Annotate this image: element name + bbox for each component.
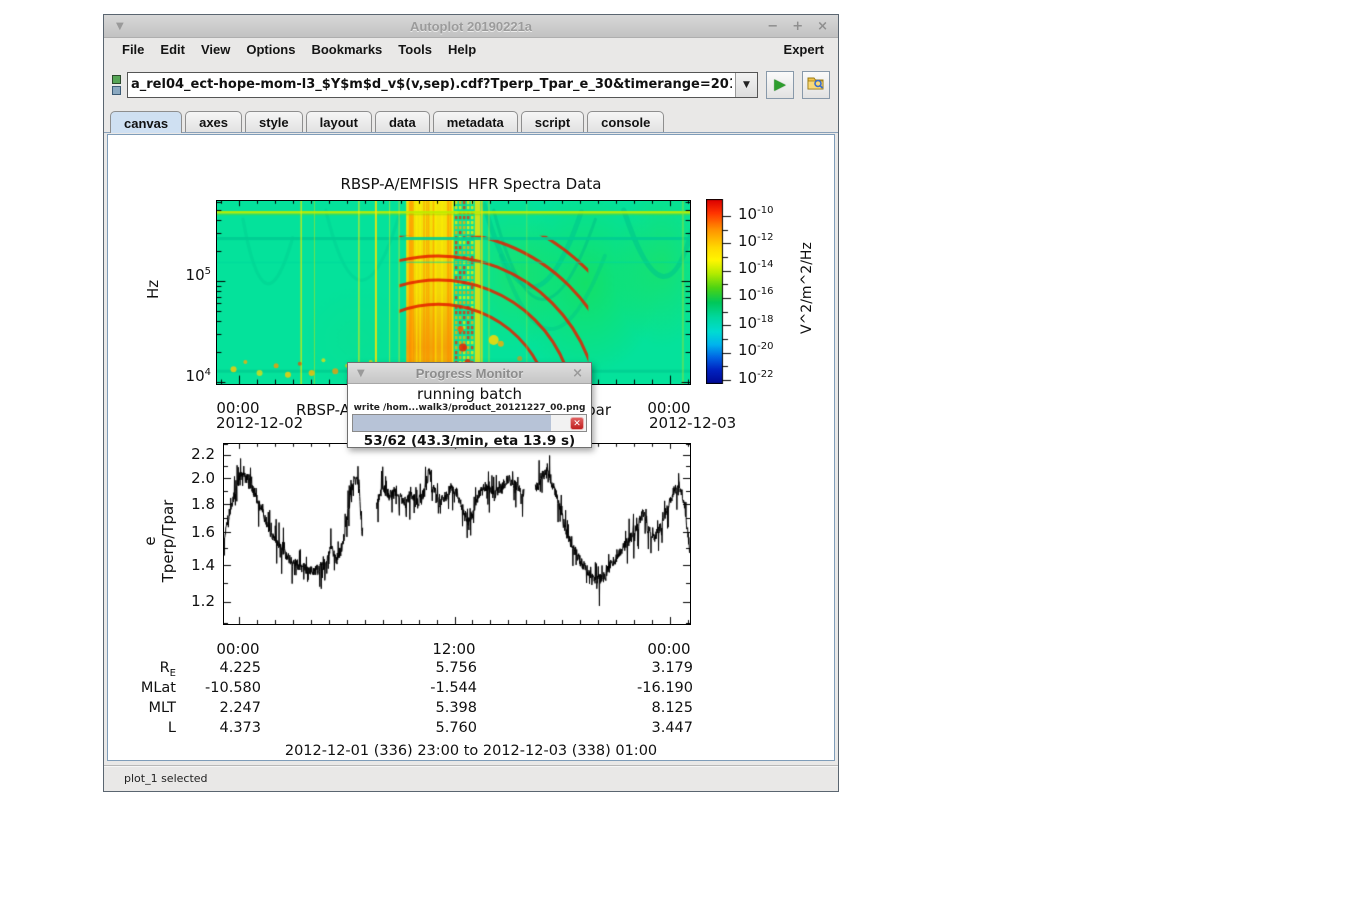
tab-script[interactable]: script	[521, 111, 584, 132]
colorbar-tick-6: 10-22	[738, 369, 773, 387]
desktop: ▼ Autoplot 20190221a − + × File Edit Vie…	[0, 0, 1345, 916]
lineplot-ytick-3: 1.6	[165, 523, 215, 541]
inspect-uri-button[interactable]	[802, 71, 830, 99]
colorbar-tick-1: 10-12	[738, 232, 773, 250]
play-icon: ▶	[774, 77, 786, 92]
progress-task-label: running batch	[348, 385, 591, 403]
tab-metadata[interactable]: metadata	[433, 111, 518, 132]
dialog-shade-icon[interactable]: ▼	[357, 368, 365, 379]
table-cell: 5.398	[347, 700, 477, 716]
menu-bar: File Edit View Options Bookmarks Tools H…	[104, 38, 838, 60]
progress-bar-fill	[353, 415, 551, 431]
uri-input[interactable]	[128, 73, 735, 97]
window-titlebar[interactable]: ▼ Autoplot 20190221a − + ×	[104, 15, 838, 38]
time-range-footer: 2012-12-01 (336) 23:00 to 2012-12-03 (33…	[108, 743, 834, 759]
status-bar: plot_1 selected	[104, 765, 838, 791]
table-cell: 2.247	[131, 700, 261, 716]
stop-x-icon: ✕	[573, 419, 581, 429]
spectrogram-xdate-right: 2012-12-03	[649, 414, 736, 432]
tab-canvas[interactable]: canvas	[110, 111, 182, 133]
uri-panel: ▼ ▶	[104, 60, 838, 109]
progress-dialog-title: Progress Monitor	[416, 366, 524, 381]
go-button[interactable]: ▶	[766, 71, 794, 99]
table-cell: 5.756	[347, 660, 477, 676]
lineplot-ytick-4: 1.4	[165, 556, 215, 574]
spectrogram-xdate-left: 2012-12-02	[216, 414, 303, 432]
spectrogram-ylabel: Hz	[144, 275, 162, 299]
menu-options[interactable]: Options	[238, 40, 303, 59]
table-cell: 3.447	[563, 720, 693, 736]
menu-view[interactable]: View	[193, 40, 238, 59]
uri-combobox: ▼	[127, 72, 758, 98]
minimize-button[interactable]: −	[767, 19, 778, 34]
lineplot-title-fragment-left: RBSP-A	[296, 401, 350, 419]
lineplot-ytick-2: 1.8	[165, 495, 215, 513]
lineplot-xtick-mid: 12:00	[414, 640, 494, 658]
chevron-down-icon: ▼	[743, 80, 750, 90]
lineplot[interactable]	[223, 443, 691, 625]
lineplot-xtick-left: 00:00	[198, 640, 278, 658]
window-shade-icon[interactable]: ▼	[116, 21, 124, 32]
tab-data[interactable]: data	[375, 111, 430, 132]
menu-help[interactable]: Help	[440, 40, 484, 59]
menu-edit[interactable]: Edit	[152, 40, 193, 59]
colorbar-tick-2: 10-14	[738, 259, 773, 277]
lineplot-ytick-1: 2.0	[165, 469, 215, 487]
colorbar-tick-0: 10-10	[738, 205, 773, 223]
progress-dialog-titlebar[interactable]: ▼ Progress Monitor ×	[348, 363, 591, 384]
datasource-type-icon	[112, 75, 124, 95]
colorbar-tick-5: 10-20	[738, 341, 773, 359]
table-cell: -10.580	[131, 680, 261, 696]
menu-tools[interactable]: Tools	[390, 40, 440, 59]
close-button[interactable]: ×	[817, 19, 828, 34]
folder-search-icon	[807, 75, 825, 95]
spectrogram-plot[interactable]	[216, 200, 691, 385]
table-cell: 8.125	[563, 700, 693, 716]
table-cell: 4.225	[131, 660, 261, 676]
table-cell: -1.544	[347, 680, 477, 696]
colorbar-tick-4: 10-18	[738, 314, 773, 332]
progress-monitor-dialog[interactable]: ▼ Progress Monitor × running batch write…	[347, 362, 592, 448]
tab-layout[interactable]: layout	[306, 111, 372, 132]
spectrogram-ytick-1e4: 104	[168, 367, 211, 385]
expert-mode-label[interactable]: Expert	[780, 40, 828, 59]
status-text: plot_1 selected	[124, 772, 208, 785]
tab-axes[interactable]: axes	[185, 111, 242, 132]
window-title: Autoplot 20190221a	[104, 19, 838, 34]
spectrogram-title: RBSP-A/EMFISIS HFR Spectra Data	[108, 175, 834, 193]
dialog-close-icon[interactable]: ×	[572, 366, 583, 381]
spectrogram-ytick-1e5: 105	[168, 266, 211, 284]
lineplot-ytick-0: 2.2	[165, 445, 215, 463]
progress-detail-label: write /hom...walk3/product_20121227_00.p…	[348, 403, 591, 413]
maximize-button[interactable]: +	[792, 19, 803, 34]
lineplot-ytick-5: 1.2	[165, 592, 215, 610]
table-cell: -16.190	[563, 680, 693, 696]
progress-bar: ✕	[352, 414, 587, 432]
table-cell: 5.760	[347, 720, 477, 736]
progress-count-label: 53/62 (43.3/min, eta 13.9 s)	[348, 433, 591, 449]
lineplot-xtick-right: 00:00	[629, 640, 709, 658]
stop-button[interactable]: ✕	[570, 417, 584, 430]
menu-file[interactable]: File	[114, 40, 152, 59]
table-cell: 3.179	[563, 660, 693, 676]
colorbar-tick-3: 10-16	[738, 286, 773, 304]
tab-bar: canvas axes style layout data metadata s…	[104, 109, 838, 132]
colorbar-label: V^2/m^2/Hz	[799, 244, 815, 334]
table-cell: 4.373	[131, 720, 261, 736]
menu-bookmarks[interactable]: Bookmarks	[303, 40, 390, 59]
tab-style[interactable]: style	[245, 111, 303, 132]
colorbar[interactable]	[706, 199, 732, 384]
uri-dropdown-button[interactable]: ▼	[735, 73, 757, 97]
tab-console[interactable]: console	[587, 111, 664, 132]
